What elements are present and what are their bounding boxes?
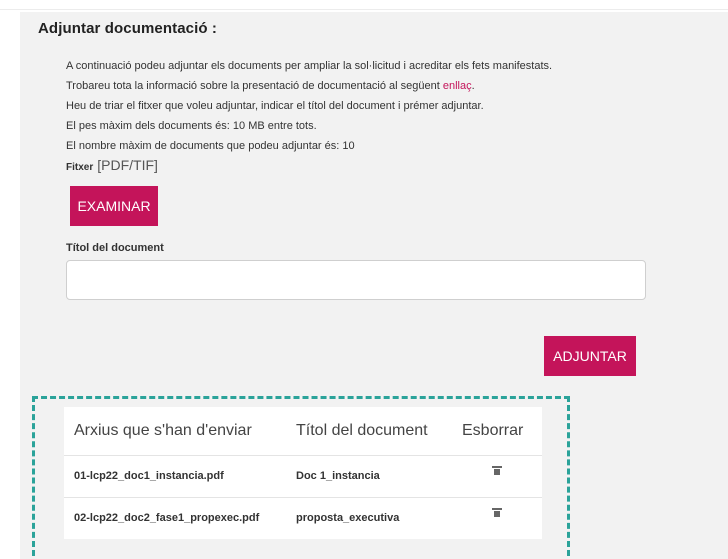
trash-icon[interactable] xyxy=(492,508,502,518)
file-types: [PDF/TIF] xyxy=(97,157,158,173)
info-link[interactable]: enllaç xyxy=(443,80,472,92)
file-field-row: Fitxer [PDF/TIF] xyxy=(66,157,158,173)
section-title: Adjuntar documentació : xyxy=(38,20,217,37)
attach-button[interactable]: ADJUNTAR xyxy=(544,336,636,376)
file-name-cell: 02-lcp22_doc2_fase1_propexec.pdf xyxy=(64,496,286,539)
column-header-files: Arxius que s'han d'enviar xyxy=(74,421,252,439)
files-table: Arxius que s'han d'enviar Títol del docu… xyxy=(64,407,542,539)
column-header-delete: Esborrar xyxy=(462,421,524,439)
delete-cell xyxy=(452,496,542,539)
trash-icon[interactable] xyxy=(492,466,502,475)
column-header-title: Títol del document xyxy=(296,421,428,439)
table-header-row: Arxius que s'han d'enviar Títol del docu… xyxy=(64,407,542,455)
table-row: 02-lcp22_doc2_fase1_propexec.pdf propost… xyxy=(64,496,542,539)
file-label: Fitxer xyxy=(66,162,94,173)
document-title-cell: Doc 1_instancia xyxy=(286,454,452,497)
document-title-input[interactable] xyxy=(66,260,646,300)
instruction-line-2-prefix: Trobareu tota la informació sobre la pre… xyxy=(66,80,443,92)
file-name-cell: 01-lcp22_doc1_instancia.pdf xyxy=(64,454,286,497)
top-strip xyxy=(0,0,728,10)
document-title-cell: proposta_executiva xyxy=(286,496,452,539)
instruction-line-1: A continuació podeu adjuntar els documen… xyxy=(66,60,553,72)
instruction-line-2: Trobareu tota la informació sobre la pre… xyxy=(66,76,552,96)
instruction-line-2-suffix: . xyxy=(471,80,475,92)
document-title-label: Títol del document xyxy=(66,242,164,254)
instruction-line-4: El pes màxim dels documents és: 10 MB en… xyxy=(66,120,317,132)
table-row: 01-lcp22_doc1_instancia.pdf Doc 1_instan… xyxy=(64,454,542,497)
browse-button[interactable]: EXAMINAR xyxy=(70,186,158,226)
instruction-line-3: Heu de triar el fitxer que voleu adjunta… xyxy=(66,100,484,112)
delete-cell xyxy=(452,454,542,497)
instructions: A continuació podeu adjuntar els documen… xyxy=(66,56,552,156)
instruction-line-5: El nombre màxim de documents que podeu a… xyxy=(66,140,355,152)
